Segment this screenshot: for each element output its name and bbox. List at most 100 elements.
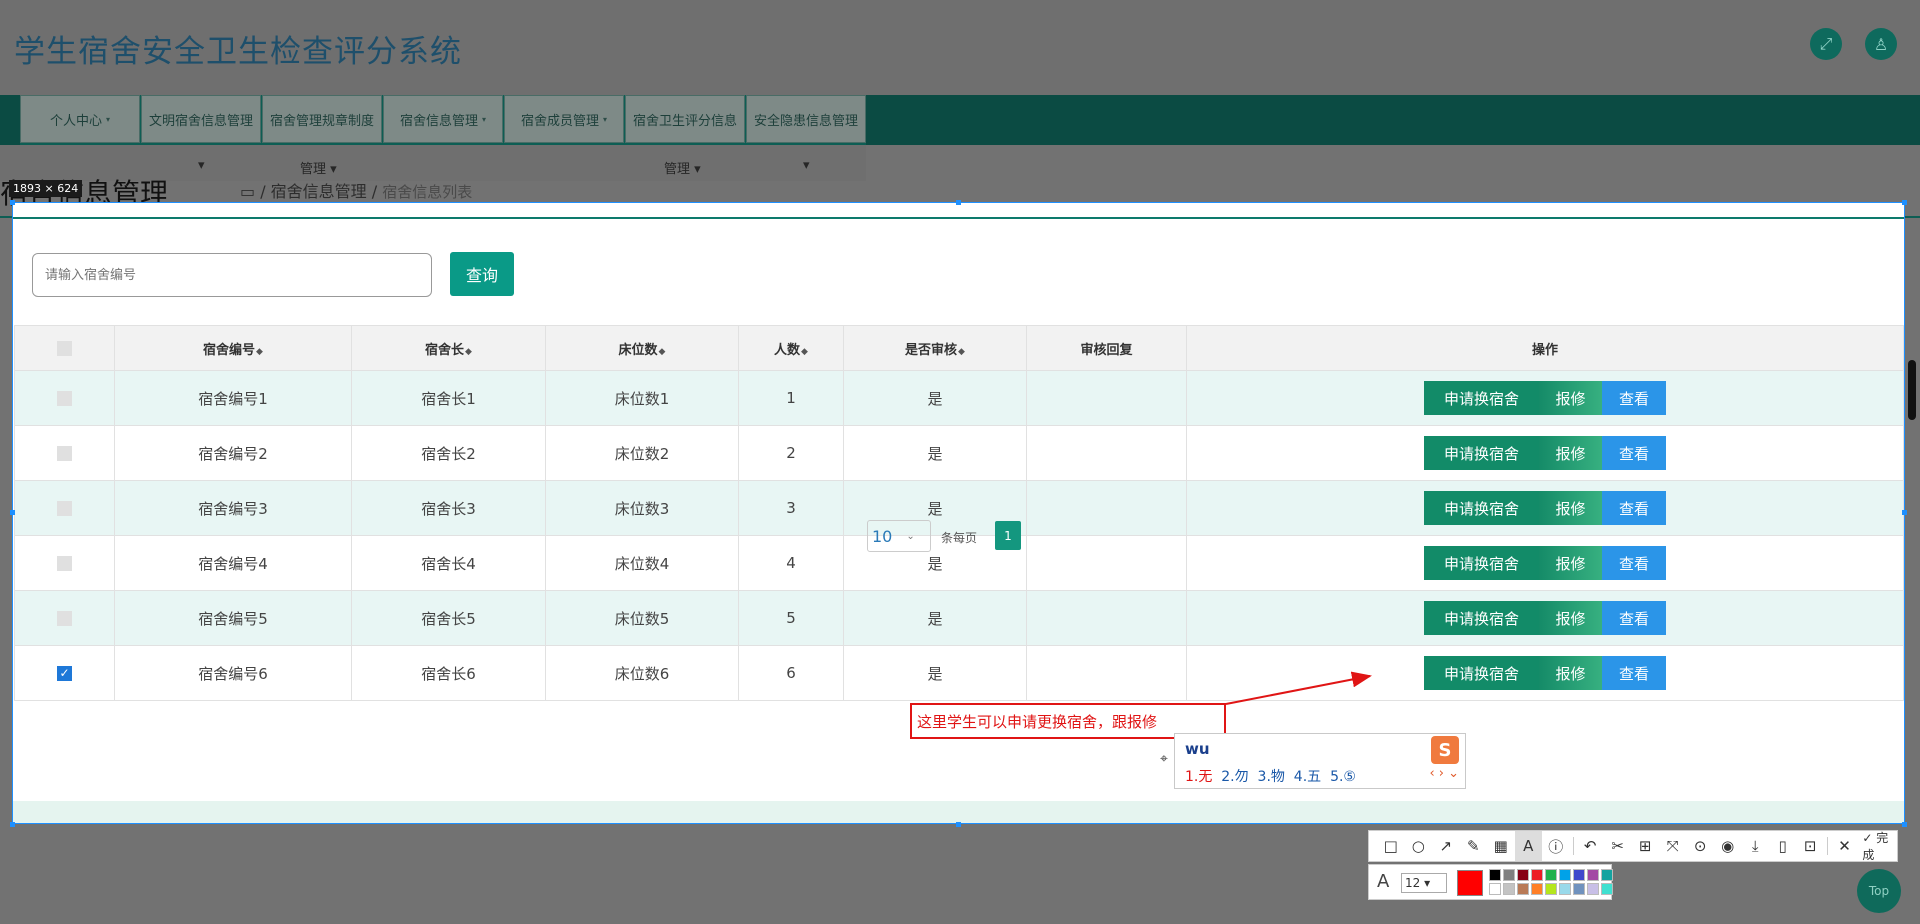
capture-handle[interactable]	[1902, 510, 1907, 515]
color-swatch[interactable]	[1503, 883, 1515, 895]
capture-handle[interactable]	[10, 200, 15, 205]
ime-page-nav-icon[interactable]: ‹ › ⌄	[1429, 766, 1459, 781]
breadcrumb-path[interactable]: ▭ / 宿舍信息管理 /	[240, 182, 382, 201]
capture-handle[interactable]	[1902, 822, 1907, 827]
color-swatch[interactable]	[1573, 883, 1585, 895]
ellipse-icon[interactable]: ○	[1405, 831, 1433, 861]
row-checkbox[interactable]	[57, 501, 72, 516]
color-swatch[interactable]	[1559, 869, 1571, 881]
nav-item-civilized-dorm[interactable]: 文明宿舍信息管理	[141, 95, 261, 143]
pen-icon[interactable]: ✎	[1460, 831, 1488, 861]
row-checkbox[interactable]	[57, 556, 72, 571]
row-checkbox[interactable]	[57, 391, 72, 406]
view-button[interactable]: 查看	[1602, 546, 1666, 580]
color-swatch[interactable]	[1531, 869, 1543, 881]
row-checkbox[interactable]	[57, 611, 72, 626]
capture-handle[interactable]	[10, 510, 15, 515]
view-button[interactable]: 查看	[1602, 601, 1666, 635]
cut-icon[interactable]: ✂	[1604, 831, 1632, 861]
change-dorm-button[interactable]: 申请换宿舍	[1424, 491, 1539, 525]
page-button-current[interactable]: 1	[995, 521, 1021, 550]
bookmark-icon[interactable]: ⊡	[1796, 831, 1824, 861]
fullscreen-icon[interactable]: ⤢	[1810, 28, 1842, 60]
row-checkbox[interactable]: ✓	[57, 666, 72, 681]
view-button[interactable]: 查看	[1602, 656, 1666, 690]
nav-sub-caret-1[interactable]: ▾	[198, 158, 205, 173]
ime-candidate[interactable]: 1.无	[1185, 769, 1212, 785]
mosaic-icon[interactable]: ▦	[1487, 831, 1515, 861]
save-icon[interactable]: ⤓	[1741, 831, 1769, 861]
number-icon[interactable]: ⓘ	[1542, 831, 1570, 861]
color-swatch[interactable]	[1587, 883, 1599, 895]
ocr-icon[interactable]: ⊞	[1631, 831, 1659, 861]
rectangle-icon[interactable]: □	[1377, 831, 1405, 861]
nav-item-personal-center[interactable]: 个人中心 ▾	[20, 95, 140, 143]
view-button[interactable]: 查看	[1602, 436, 1666, 470]
column-header-beds[interactable]: 床位数◆	[545, 325, 739, 371]
column-header-leader[interactable]: 宿舍长◆	[351, 325, 546, 371]
nav-sub-manage-1[interactable]: 管理 ▾	[300, 158, 337, 177]
change-dorm-button[interactable]: 申请换宿舍	[1424, 546, 1539, 580]
ime-candidate[interactable]: 5.⑤	[1330, 769, 1356, 785]
color-swatch[interactable]	[1559, 883, 1571, 895]
ime-candidate[interactable]: 4.五	[1294, 769, 1321, 785]
repair-button[interactable]: 报修	[1539, 436, 1602, 470]
back-to-top-button[interactable]: Top	[1857, 869, 1901, 913]
change-dorm-button[interactable]: 申请换宿舍	[1424, 656, 1539, 690]
repair-button[interactable]: 报修	[1539, 381, 1602, 415]
current-color-swatch[interactable]	[1457, 870, 1483, 896]
column-header-dorm-no[interactable]: 宿舍编号◆	[114, 325, 352, 371]
row-checkbox[interactable]	[57, 446, 72, 461]
nav-item-hygiene-score[interactable]: 宿舍卫生评分信息	[625, 95, 745, 143]
arrow-icon[interactable]: ↗	[1432, 831, 1460, 861]
repair-button[interactable]: 报修	[1539, 601, 1602, 635]
change-dorm-button[interactable]: 申请换宿舍	[1424, 601, 1539, 635]
table-row[interactable]: 宿舍编号5 宿舍长5 床位数5 5 是 申请换宿舍 报修 查看	[14, 590, 1904, 646]
repair-button[interactable]: 报修	[1539, 491, 1602, 525]
select-all-checkbox[interactable]	[57, 340, 72, 356]
extract-icon[interactable]: ⤧	[1659, 831, 1687, 861]
color-swatch[interactable]	[1573, 869, 1585, 881]
nav-sub-manage-2[interactable]: 管理 ▾	[664, 158, 701, 177]
table-row[interactable]: 宿舍编号1 宿舍长1 床位数1 1 是 申请换宿舍 报修 查看	[14, 370, 1904, 426]
record-icon[interactable]: ◉	[1714, 831, 1742, 861]
phone-icon[interactable]: ▯	[1769, 831, 1797, 861]
font-size-select[interactable]: 12 ▾	[1401, 873, 1447, 893]
color-swatch[interactable]	[1587, 869, 1599, 881]
scrollbar-thumb[interactable]	[1908, 360, 1916, 420]
column-header-count[interactable]: 人数◆	[738, 325, 844, 371]
color-swatch[interactable]	[1517, 883, 1529, 895]
capture-handle[interactable]	[956, 200, 961, 205]
repair-button[interactable]: 报修	[1539, 656, 1602, 690]
text-icon[interactable]: A	[1514, 831, 1542, 861]
color-swatch[interactable]	[1545, 869, 1557, 881]
search-input[interactable]	[32, 253, 432, 297]
color-swatch[interactable]	[1531, 883, 1543, 895]
nav-item-dorm-members[interactable]: 宿舍成员管理 ▾	[504, 95, 624, 143]
capture-handle[interactable]	[956, 822, 961, 827]
color-swatch[interactable]	[1601, 869, 1613, 881]
table-row[interactable]: 宿舍编号3 宿舍长3 床位数3 3 是申请换宿舍 报修 查看	[14, 480, 1904, 536]
repair-button[interactable]: 报修	[1539, 546, 1602, 580]
color-swatch[interactable]	[1601, 883, 1613, 895]
ime-candidate[interactable]: 2.勿	[1221, 769, 1248, 785]
change-dorm-button[interactable]: 申请换宿舍	[1424, 436, 1539, 470]
view-button[interactable]: 查看	[1602, 381, 1666, 415]
ime-candidate[interactable]: 3.物	[1258, 769, 1285, 785]
color-swatch[interactable]	[1489, 883, 1501, 895]
user-icon[interactable]: ♙	[1865, 28, 1897, 60]
color-swatch[interactable]	[1545, 883, 1557, 895]
nav-item-dorm-info[interactable]: 宿舍信息管理 ▾	[383, 95, 503, 143]
nav-sub-caret-2[interactable]: ▾	[803, 158, 810, 173]
view-button[interactable]: 查看	[1602, 491, 1666, 525]
table-row[interactable]: 宿舍编号2 宿舍长2 床位数2 2 是 申请换宿舍 报修 查看	[14, 425, 1904, 481]
capture-handle[interactable]	[1902, 200, 1907, 205]
capture-handle[interactable]	[10, 822, 15, 827]
nav-item-dorm-rules[interactable]: 宿舍管理规章制度	[262, 95, 382, 143]
nav-item-safety-hazard[interactable]: 安全隐患信息管理	[746, 95, 866, 143]
done-button[interactable]: ✓ 完成	[1862, 829, 1897, 863]
color-swatch[interactable]	[1517, 869, 1529, 881]
table-row[interactable]: ✓ 宿舍编号6 宿舍长6 床位数6 6 是 申请换宿舍 报修 查看	[14, 645, 1904, 701]
pin-icon[interactable]: ⊙	[1686, 831, 1714, 861]
color-swatch[interactable]	[1489, 869, 1501, 881]
